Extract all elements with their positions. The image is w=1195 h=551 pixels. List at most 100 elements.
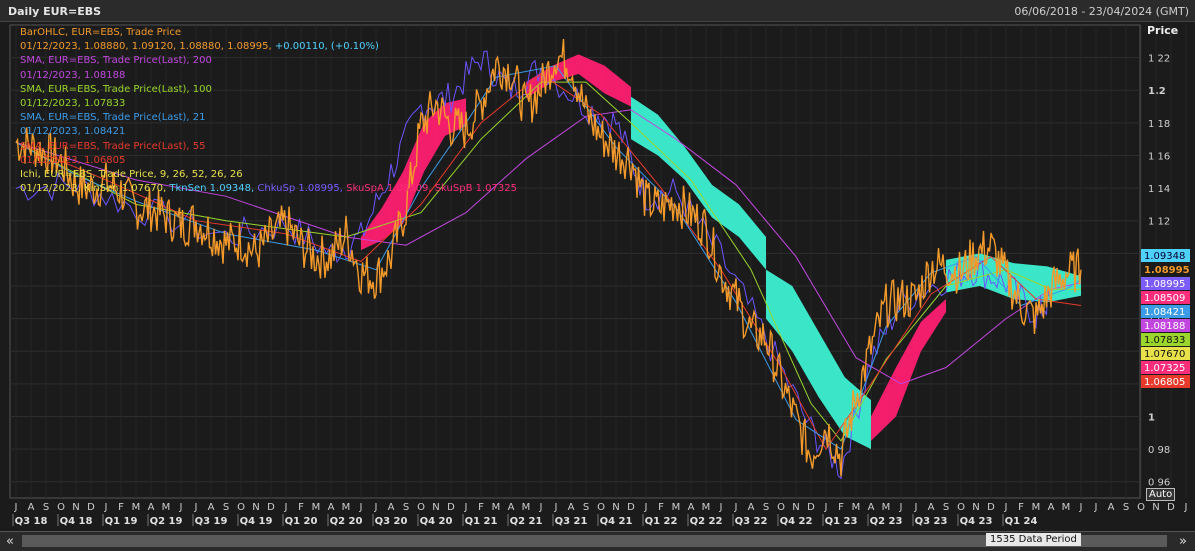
- x-month-label: D: [267, 502, 275, 513]
- x-month-label: J: [284, 502, 288, 513]
- legend-line: 01/12/2023, 1.07833: [20, 97, 517, 111]
- x-month-label: J: [539, 502, 543, 513]
- x-month-label: J: [359, 502, 363, 513]
- legend-text: SMA, EUR=EBS, Trade Price(Last), 55: [20, 140, 206, 152]
- legend-line: SMA, EUR=EBS, Trade Price(Last), 55: [20, 140, 517, 154]
- legend-line: BarOHLC, EUR=EBS, Trade Price: [20, 26, 517, 40]
- x-month-label: J: [554, 502, 558, 513]
- x-month-label: S: [403, 502, 409, 513]
- x-month-label: M: [882, 502, 891, 513]
- price-tag-text: 1.08188: [1144, 321, 1185, 332]
- price-axis-label: Price: [1147, 24, 1179, 37]
- x-month-label: O: [777, 502, 785, 513]
- legend-text: 01/12/2023, 1.07833: [20, 98, 126, 110]
- x-month-label: D: [87, 502, 95, 513]
- x-quarter-label: Q3 22: [735, 516, 768, 527]
- chart-legend: BarOHLC, EUR=EBS, Trade Price 01/12/2023,…: [20, 26, 517, 196]
- legend-text: Ichi, EUR=EBS, Trade Price, 9, 26, 52, 2…: [20, 169, 243, 181]
- x-quarter-label: Q3 20: [375, 516, 408, 527]
- scroll-left-icon[interactable]: «: [6, 534, 14, 549]
- x-month-label: N: [252, 502, 259, 513]
- x-month-label: F: [658, 502, 664, 513]
- x-quarter-label: Q2 22: [690, 516, 723, 527]
- x-quarter-label: Q3 19: [195, 516, 228, 527]
- y-tick-label: 1.16: [1148, 151, 1170, 162]
- legend-line: 01/12/2023, 1.08880, 1.09120, 1.08880, 1…: [20, 40, 517, 54]
- legend-text: SMA, EUR=EBS, Trade Price(Last), 100: [20, 83, 212, 95]
- x-month-label: N: [792, 502, 799, 513]
- x-month-label: F: [1018, 502, 1024, 513]
- x-month-label: F: [478, 502, 484, 513]
- x-month-label: M: [312, 502, 321, 513]
- price-tag-text: 1.08995: [1144, 265, 1190, 276]
- x-quarter-label: Q3 21: [555, 516, 588, 527]
- x-month-label: J: [719, 502, 723, 513]
- x-month-label: S: [763, 502, 769, 513]
- x-month-label: A: [748, 502, 755, 513]
- price-tag-text: 1.08421: [1144, 307, 1185, 318]
- legend-ichimoku-value: ChkuSp 1.08995,: [257, 183, 347, 195]
- legend-text: 01/12/2023,: [20, 183, 84, 195]
- legend-line: 01/12/2023, KinSen 1.07670, TknSen 1.093…: [20, 182, 517, 196]
- x-month-label: S: [1123, 502, 1129, 513]
- x-month-label: F: [118, 502, 124, 513]
- price-tag-text: 1.07325: [1144, 363, 1185, 374]
- price-tag-text: 1.08509: [1144, 293, 1185, 304]
- x-quarter-label: Q4 22: [780, 516, 813, 527]
- price-tag-text: 1.08995: [1144, 279, 1185, 290]
- y-tick-label: 1.22: [1148, 54, 1170, 65]
- x-quarter-label: Q1 20: [285, 516, 318, 527]
- x-month-label: A: [148, 502, 155, 513]
- x-month-label: A: [568, 502, 575, 513]
- x-month-label: M: [702, 502, 711, 513]
- x-month-label: M: [132, 502, 141, 513]
- price-tag-text: 1.09348: [1144, 251, 1185, 262]
- legend-text: 01/12/2023, 1.08188: [20, 69, 126, 81]
- x-month-label: J: [824, 502, 828, 513]
- x-month-label: O: [237, 502, 245, 513]
- legend-ichimoku-value: TknSen 1.09348,: [169, 183, 258, 195]
- x-quarter-label: Q1 21: [465, 516, 498, 527]
- scroll-bar[interactable]: « 1535 Data Period »: [0, 531, 1195, 551]
- y-tick-label: 1.18: [1148, 119, 1170, 130]
- x-quarter-label: Q4 19: [240, 516, 273, 527]
- legend-line: 01/12/2023, 1.08421: [20, 125, 517, 139]
- legend-ichimoku-value: SkuSpA 1.08509,: [346, 183, 435, 195]
- x-quarter-label: Q3 18: [15, 516, 48, 527]
- x-month-label: N: [72, 502, 79, 513]
- legend-ichimoku-value: KinSen 1.07670,: [84, 183, 170, 195]
- x-quarter-label: Q2 21: [510, 516, 543, 527]
- auto-scale-button[interactable]: Auto: [1146, 488, 1176, 501]
- legend-line: SMA, EUR=EBS, Trade Price(Last), 21: [20, 111, 517, 125]
- x-month-label: D: [807, 502, 815, 513]
- legend-line: 01/12/2023, 1.06805: [20, 154, 517, 168]
- x-month-label: A: [868, 502, 875, 513]
- chart-title: Daily EUR=EBS: [8, 5, 102, 18]
- data-period-label: 1535 Data Period: [986, 533, 1081, 546]
- legend-line: SMA, EUR=EBS, Trade Price(Last), 100: [20, 83, 517, 97]
- x-month-label: M: [492, 502, 501, 513]
- x-month-label: M: [852, 502, 861, 513]
- x-month-label: J: [1079, 502, 1083, 513]
- x-quarter-label: Q4 21: [600, 516, 633, 527]
- x-month-label: S: [943, 502, 949, 513]
- legend-text: 01/12/2023, 1.08880, 1.09120, 1.08880, 1…: [20, 41, 275, 53]
- x-month-label: J: [734, 502, 738, 513]
- x-month-label: J: [1184, 502, 1188, 513]
- legend-change: +0.00110, (+0.10%): [274, 41, 379, 53]
- x-quarter-label: Q4 20: [420, 516, 453, 527]
- x-quarter-label: Q3 23: [915, 516, 948, 527]
- y-tick-label: 0.98: [1148, 445, 1170, 456]
- x-month-label: J: [1094, 502, 1098, 513]
- scroll-right-icon[interactable]: »: [1179, 534, 1187, 549]
- x-month-label: D: [627, 502, 635, 513]
- x-month-label: M: [522, 502, 531, 513]
- legend-line: Ichi, EUR=EBS, Trade Price, 9, 26, 52, 2…: [20, 168, 517, 182]
- x-month-label: O: [417, 502, 425, 513]
- legend-text: SMA, EUR=EBS, Trade Price(Last), 21: [20, 112, 206, 124]
- legend-ichimoku-value: SkuSpB 1.07325: [434, 183, 517, 195]
- x-month-label: A: [388, 502, 395, 513]
- x-month-label: J: [194, 502, 198, 513]
- x-month-label: D: [1167, 502, 1175, 513]
- x-month-label: J: [14, 502, 18, 513]
